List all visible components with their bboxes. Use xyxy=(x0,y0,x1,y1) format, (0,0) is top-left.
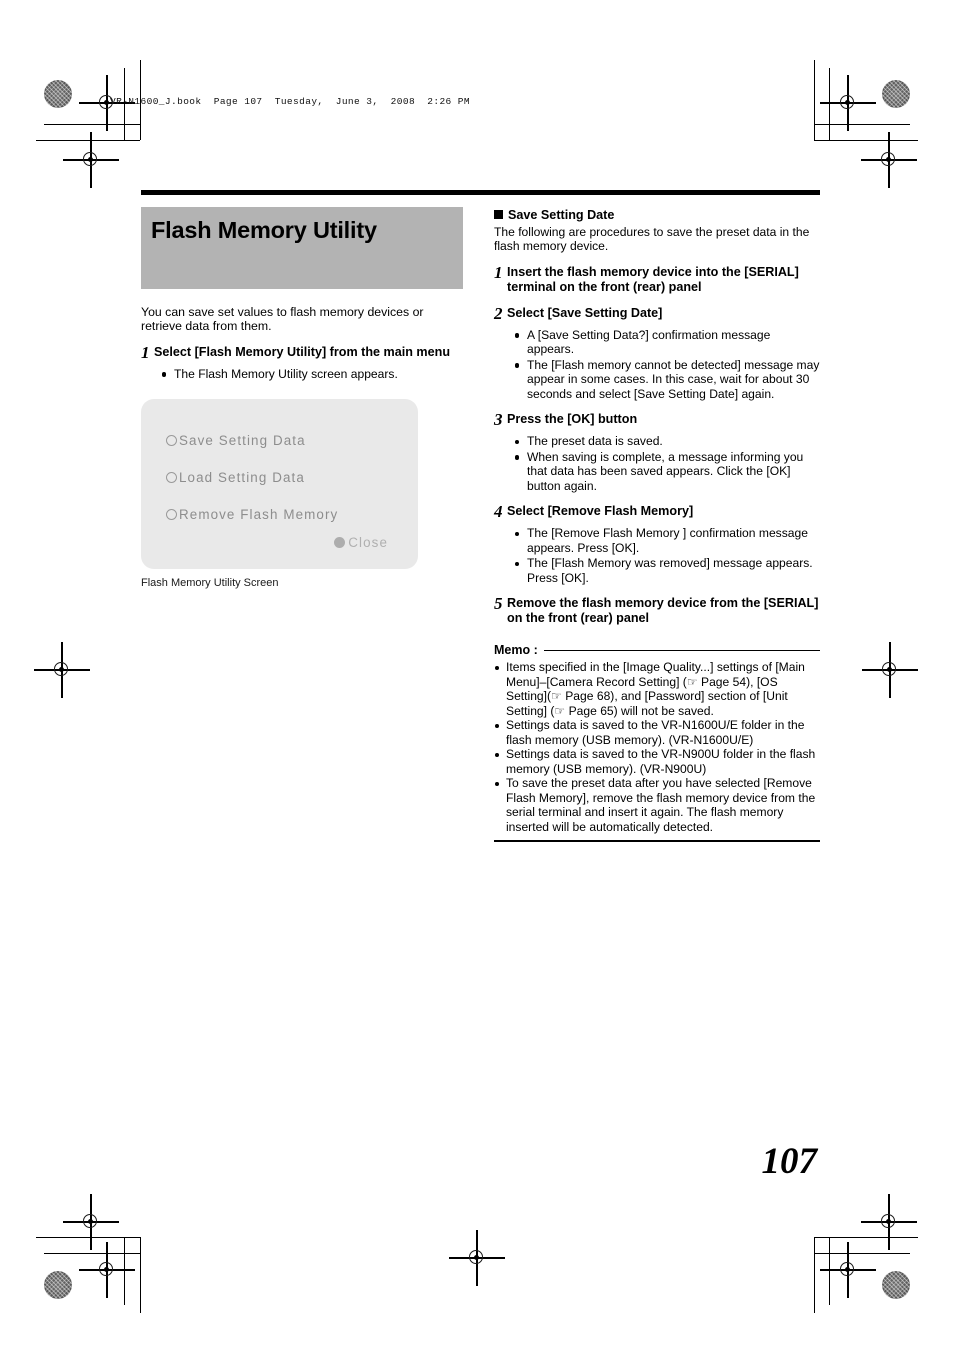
radio-unselected-icon xyxy=(166,472,177,484)
close-button[interactable]: Close xyxy=(334,535,388,550)
menu-option-save-setting-data[interactable]: Save Setting Data xyxy=(166,433,418,448)
step-text: Select [Remove Flash Memory] xyxy=(507,504,694,519)
step-text: Select [Flash Memory Utility] from the m… xyxy=(154,344,451,359)
registration-target xyxy=(79,1242,135,1298)
registration-target xyxy=(34,642,90,698)
step-text: Insert the flash memory device into the … xyxy=(507,264,799,294)
step-text: Press the [OK] button xyxy=(507,412,638,427)
step-number: 1 xyxy=(141,342,150,362)
menu-option-label: Remove Flash Memory xyxy=(179,507,339,523)
header-rule xyxy=(141,190,820,195)
list-item: Settings data is saved to the VR-N900U f… xyxy=(494,747,820,776)
list-item: The [Remove Flash Memory ] confirmation … xyxy=(515,526,820,555)
list-item: Settings data is saved to the VR-N1600U/… xyxy=(494,718,820,747)
list-item: A [Save Setting Data?] confirmation mess… xyxy=(515,328,820,357)
memo-heading: Memo : xyxy=(494,643,820,657)
running-head: VR-N1600_J.book Page 107 Tuesday, June 3… xyxy=(110,96,470,107)
flash-memory-utility-screen: Save Setting Data Load Setting Data Remo… xyxy=(141,399,418,570)
radio-unselected-icon xyxy=(166,435,177,447)
left-column: Flash Memory Utility You can save set va… xyxy=(141,207,464,589)
crop-line xyxy=(814,1237,816,1313)
halftone-density-patch-top-left xyxy=(44,80,72,108)
section-heading: Save Setting Date xyxy=(494,208,820,222)
list-item: The [Flash memory cannot be detected] me… xyxy=(515,358,820,402)
menu-option-label: Save Setting Data xyxy=(179,433,306,449)
crop-line xyxy=(124,1237,126,1305)
list-item: When saving is complete, a message infor… xyxy=(515,450,820,494)
step-bullet-list: The Flash Memory Utility screen appears. xyxy=(141,367,464,382)
menu-option-load-setting-data[interactable]: Load Setting Data xyxy=(166,470,418,485)
registration-target xyxy=(63,132,119,188)
registration-target xyxy=(820,75,876,131)
step-item: 5 Remove the flash memory device from th… xyxy=(494,594,820,626)
registration-target xyxy=(861,1194,917,1250)
step-item: 1 Insert the flash memory device into th… xyxy=(494,262,820,295)
crop-line xyxy=(829,68,831,140)
registration-target xyxy=(862,642,918,698)
step-number: 1 xyxy=(494,262,503,282)
list-item: The Flash Memory Utility screen appears. xyxy=(162,367,464,382)
close-button-label: Close xyxy=(348,535,388,551)
step-item: 1 Select [Flash Memory Utility] from the… xyxy=(141,342,464,362)
figure-caption: Flash Memory Utility Screen xyxy=(141,577,279,590)
step-item: 3 Press the [OK] button xyxy=(494,410,820,430)
memo-block: Memo : Items specified in the [Image Qua… xyxy=(494,643,820,842)
step-number: 2 xyxy=(494,303,503,323)
crop-line xyxy=(814,60,816,140)
square-bullet-icon xyxy=(494,210,503,219)
list-item: The preset data is saved. xyxy=(515,434,820,449)
registration-target xyxy=(449,1230,505,1286)
step-bullet-list: The [Remove Flash Memory ] confirmation … xyxy=(494,526,820,585)
step-number: 5 xyxy=(494,594,503,614)
radio-unselected-icon xyxy=(166,509,177,521)
crop-line xyxy=(814,140,918,142)
registration-target xyxy=(48,132,78,162)
step-bullet-list: A [Save Setting Data?] confirmation mess… xyxy=(494,328,820,402)
page-content: Flash Memory Utility You can save set va… xyxy=(141,190,820,842)
memo-rule xyxy=(543,649,820,652)
device-screen-figure: Save Setting Data Load Setting Data Remo… xyxy=(141,399,464,589)
memo-bottom-rule xyxy=(494,840,820,842)
step-item: 2 Select [Save Setting Date] xyxy=(494,303,820,323)
registration-target xyxy=(820,1242,876,1298)
list-item: Items specified in the [Image Quality...… xyxy=(494,660,820,718)
page-title-banner: Flash Memory Utility xyxy=(141,207,463,289)
menu-option-remove-flash-memory[interactable]: Remove Flash Memory xyxy=(166,507,418,522)
registration-target xyxy=(861,132,917,188)
step-number: 4 xyxy=(494,502,503,522)
crop-line xyxy=(140,1237,142,1313)
step-item: 4 Select [Remove Flash Memory] xyxy=(494,502,820,522)
halftone-density-patch-bottom-left xyxy=(44,1271,72,1299)
halftone-density-patch-top-right xyxy=(882,80,910,108)
page-number: 107 xyxy=(761,1141,818,1182)
menu-option-label: Load Setting Data xyxy=(179,470,305,486)
intro-paragraph: You can save set values to flash memory … xyxy=(141,305,424,334)
memo-label: Memo : xyxy=(494,643,538,658)
halftone-density-patch-bottom-right xyxy=(882,1271,910,1299)
step-text: Remove the flash memory device from the … xyxy=(507,596,819,626)
list-item: The [Flash Memory was removed] message a… xyxy=(515,556,820,585)
registration-target xyxy=(63,1194,119,1250)
crop-line xyxy=(44,124,140,126)
section-heading-label: Save Setting Date xyxy=(508,208,615,222)
section-intro: The following are procedures to save the… xyxy=(494,225,810,254)
list-item: To save the preset data after you have s… xyxy=(494,776,820,834)
memo-list: Items specified in the [Image Quality...… xyxy=(494,660,820,834)
step-bullet-list: The preset data is saved. When saving is… xyxy=(494,434,820,493)
crop-line xyxy=(829,1237,831,1305)
step-number: 3 xyxy=(494,410,503,430)
right-column: Save Setting Date The following are proc… xyxy=(494,207,820,842)
step-text: Select [Save Setting Date] xyxy=(507,305,663,320)
page-title: Flash Memory Utility xyxy=(151,217,377,243)
radio-selected-icon xyxy=(334,537,346,549)
